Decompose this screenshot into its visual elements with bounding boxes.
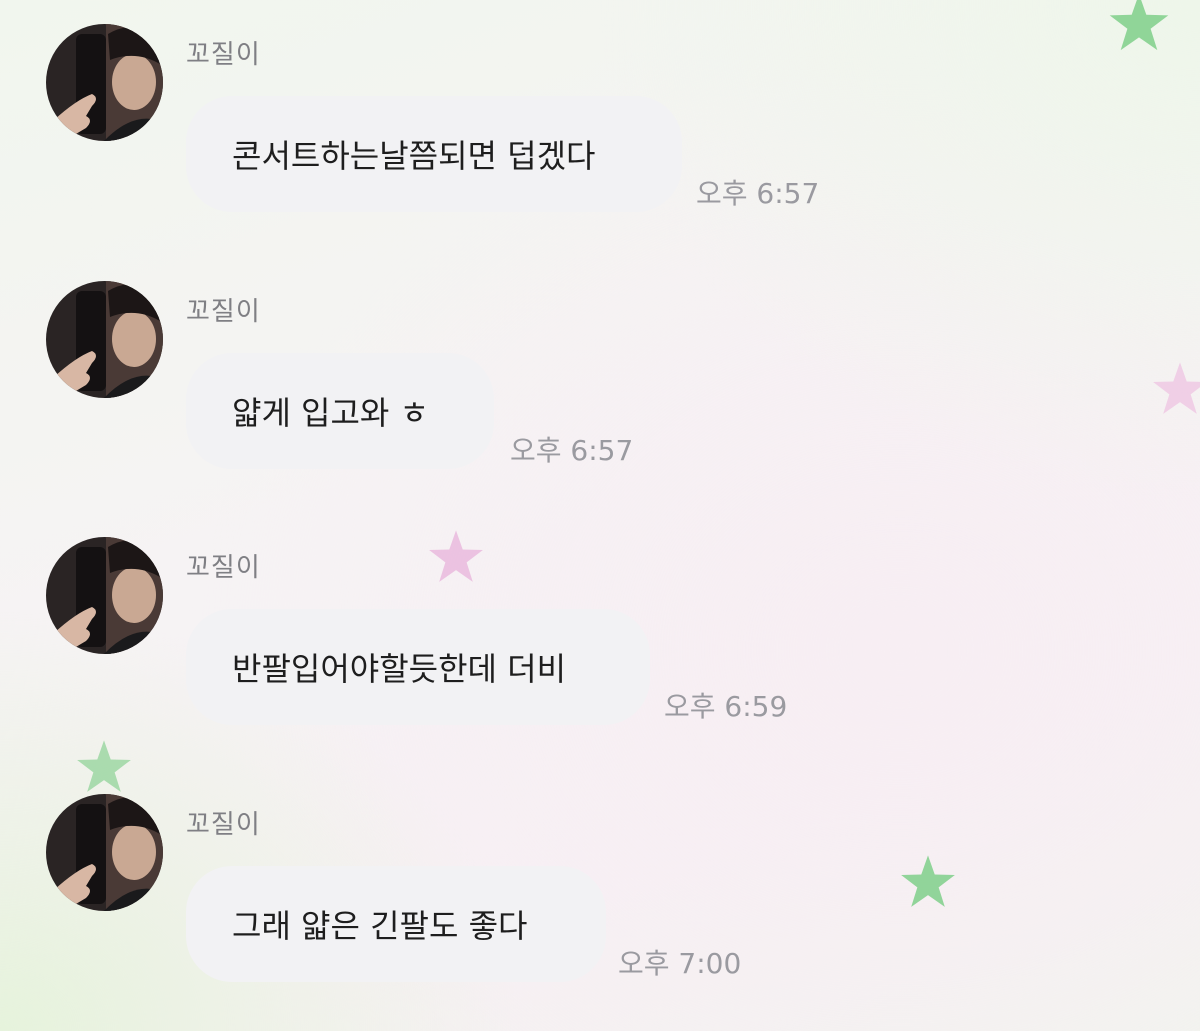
sender-name: 꼬질이 — [186, 297, 261, 327]
avatar[interactable] — [46, 281, 163, 398]
chat-area[interactable]: 꼬질이 콘서트하는날쯤되면 덥겠다 오후 6:57 꼬질이 얇게 입고와 ㅎ 오… — [0, 0, 1200, 1031]
message-time: 오후 6:57 — [510, 434, 634, 467]
message-bubble[interactable]: 얇게 입고와 ㅎ — [186, 353, 494, 469]
avatar[interactable] — [46, 794, 163, 911]
message-bubble[interactable]: 콘서트하는날쯤되면 덥겠다 — [186, 96, 682, 212]
message-bubble[interactable]: 반팔입어야할듯한데 더비 — [186, 609, 650, 725]
message-time: 오후 6:57 — [696, 177, 820, 210]
message-item: 꼬질이 반팔입어야할듯한데 더비 오후 6:59 — [0, 513, 1200, 753]
sender-name: 꼬질이 — [186, 40, 261, 70]
message-bubble[interactable]: 그래 얇은 긴팔도 좋다 — [186, 866, 606, 982]
message-time: 오후 6:59 — [664, 690, 788, 723]
message-time: 오후 7:00 — [618, 947, 742, 980]
avatar[interactable] — [46, 537, 163, 654]
message-item: 꼬질이 그래 얇은 긴팔도 좋다 오후 7:00 — [0, 770, 1200, 1010]
sender-name: 꼬질이 — [186, 553, 261, 583]
message-item: 꼬질이 콘서트하는날쯤되면 덥겠다 오후 6:57 — [0, 0, 1200, 240]
message-item: 꼬질이 얇게 입고와 ㅎ 오후 6:57 — [0, 257, 1200, 497]
sender-name: 꼬질이 — [186, 810, 261, 840]
avatar[interactable] — [46, 24, 163, 141]
